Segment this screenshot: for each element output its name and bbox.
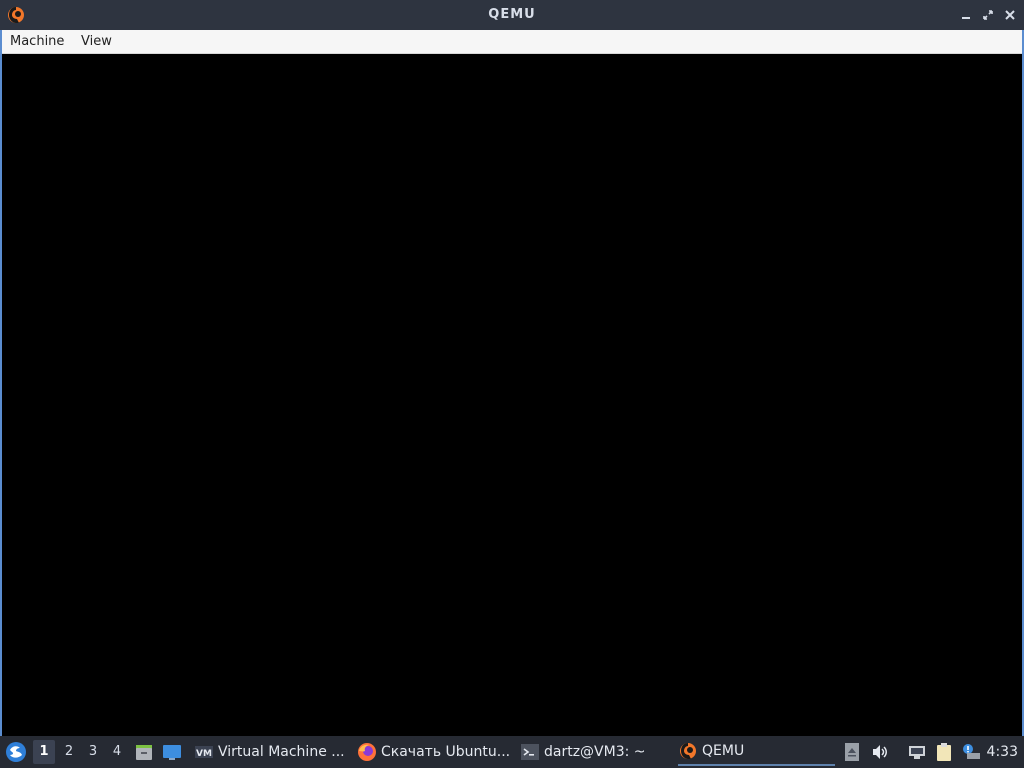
workspace-1[interactable]: 1 [33,740,55,764]
task-label: Virtual Machine ... [218,744,345,760]
minimize-button[interactable] [958,7,974,23]
vm-display[interactable] [2,54,1022,736]
close-button[interactable] [1002,7,1018,23]
firefox-icon [358,743,376,761]
task-label: dartz@VM3: ~ [544,744,646,760]
network-icon[interactable] [907,742,927,762]
lxqt-start-icon[interactable] [4,740,28,764]
clipboard-icon[interactable] [934,742,954,762]
menu-machine[interactable]: Machine [10,30,64,54]
restore-button[interactable] [980,7,996,23]
svg-text:VM: VM [196,749,212,759]
window-title: QEMU [488,7,536,22]
task-qemu[interactable]: QEMU [678,738,835,766]
task-virtual-machine-manager[interactable]: VM Virtual Machine ... [194,738,346,766]
taskbar: 1 2 3 4 VM Virtual Machine ... Скачать U… [0,736,1024,768]
workspace-4[interactable]: 4 [106,740,128,764]
notification-icon[interactable] [961,742,981,762]
qemu-logo-icon [680,743,696,759]
restore-icon [983,10,993,20]
task-firefox[interactable]: Скачать Ubuntu... [357,738,509,766]
terminal-icon [521,744,539,760]
menu-view[interactable]: View [81,30,112,54]
workspace-2[interactable]: 2 [58,740,80,764]
task-label: Скачать Ubuntu... [381,744,509,760]
clock[interactable]: 4:33 [987,736,1018,768]
workspace-3[interactable]: 3 [82,740,104,764]
volume-up-icon[interactable] [842,742,862,762]
show-desktop-icon[interactable] [162,742,182,762]
window-titlebar[interactable]: QEMU [0,0,1024,30]
volume-icon[interactable] [870,742,890,762]
virt-manager-icon: VM [195,746,213,759]
task-label: QEMU [702,743,745,759]
minimize-icon [962,17,970,19]
close-icon [1005,10,1015,20]
task-terminal[interactable]: dartz@VM3: ~ [520,738,672,766]
file-manager-icon[interactable] [134,742,154,762]
menubar: Machine View [0,30,1024,54]
